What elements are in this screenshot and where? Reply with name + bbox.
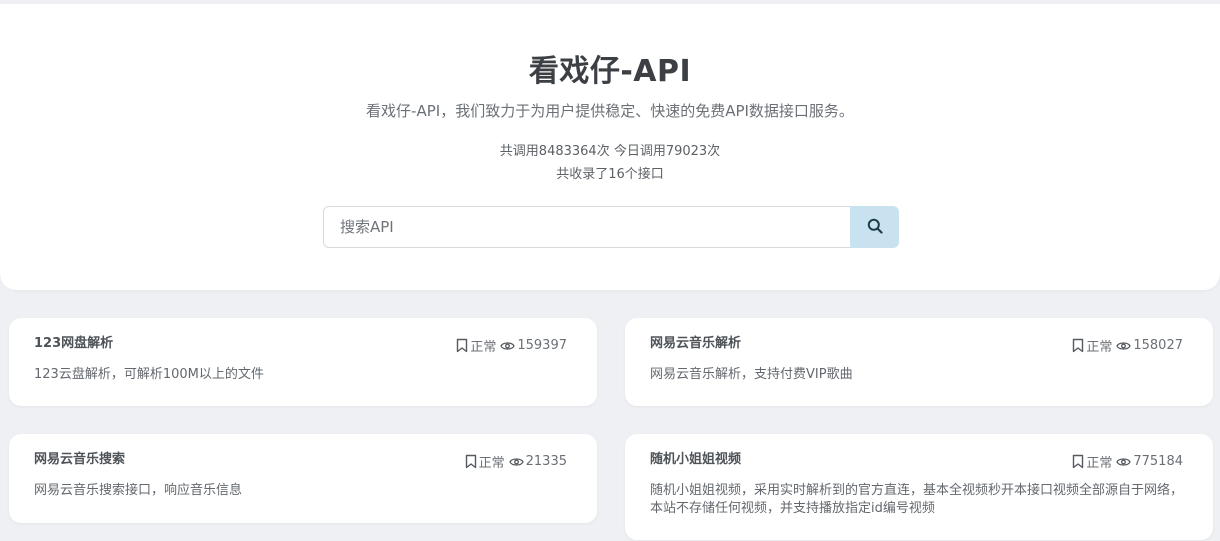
page-description: 看戏仔-API，我们致力于为用户提供稳定、快速的免费API数据接口服务。 (366, 102, 854, 120)
view-count: 158027 (1133, 338, 1183, 353)
bookmark-icon (456, 338, 468, 353)
status-badge: 正常 (1086, 340, 1113, 355)
eye-icon (500, 340, 516, 352)
status-badge: 正常 (1086, 456, 1113, 471)
bookmark-icon (1072, 454, 1084, 469)
api-card[interactable]: 随机小姐姐视频 正常 775184 随机小姐姐视频，采用实时解析到的官方直连，基… (625, 434, 1213, 540)
status-badge: 正常 (478, 456, 505, 471)
search-icon (867, 218, 883, 237)
api-card[interactable]: 网易云音乐解析 正常 158027 网易云音乐解析，支持付费VIP歌曲 (625, 318, 1213, 406)
hero-header: 看戏仔-API 看戏仔-API，我们致力于为用户提供稳定、快速的免费API数据接… (0, 4, 1220, 290)
bookmark-icon (465, 454, 477, 469)
eye-icon (1116, 456, 1132, 468)
status-badge: 正常 (470, 340, 497, 355)
api-count: 共收录了16个接口 (556, 167, 664, 182)
api-title[interactable]: 网易云音乐搜索 (34, 448, 125, 467)
call-stats: 共调用8483364次 今日调用79023次 (499, 144, 721, 159)
api-card[interactable]: 123网盘解析 正常 159397 123云盘解析，可解析100M以上的文件 (9, 318, 597, 406)
view-count: 775184 (1133, 454, 1183, 469)
api-title[interactable]: 网易云音乐解析 (650, 332, 741, 351)
api-meta: 正常 158027 (1072, 336, 1183, 355)
api-meta: 正常 21335 (465, 452, 567, 471)
eye-icon (1116, 340, 1132, 352)
bookmark-icon (1072, 338, 1084, 353)
api-description: 网易云音乐解析，支持付费VIP歌曲 (650, 367, 853, 382)
eye-icon (508, 456, 524, 468)
api-title[interactable]: 随机小姐姐视频 (650, 448, 741, 467)
search-bar (323, 206, 899, 248)
api-description: 网易云音乐搜索接口，响应音乐信息 (34, 483, 243, 498)
page-title: 看戏仔-API (528, 54, 692, 89)
api-meta: 正常 159397 (456, 336, 567, 355)
view-count: 159397 (517, 338, 567, 353)
search-input[interactable] (323, 206, 850, 248)
api-description: 123云盘解析，可解析100M以上的文件 (34, 367, 264, 382)
api-meta: 正常 775184 (1072, 452, 1183, 471)
search-button[interactable] (850, 206, 899, 248)
api-title[interactable]: 123网盘解析 (34, 332, 113, 351)
view-count: 21335 (525, 454, 567, 469)
api-description: 随机小姐姐视频，采用实时解析到的官方直连，基本全视频秒开本接口视频全部源自于网络… (650, 483, 1184, 516)
api-card[interactable]: 网易云音乐搜索 正常 21335 网易云音乐搜索接口，响应音乐信息 (9, 434, 597, 523)
